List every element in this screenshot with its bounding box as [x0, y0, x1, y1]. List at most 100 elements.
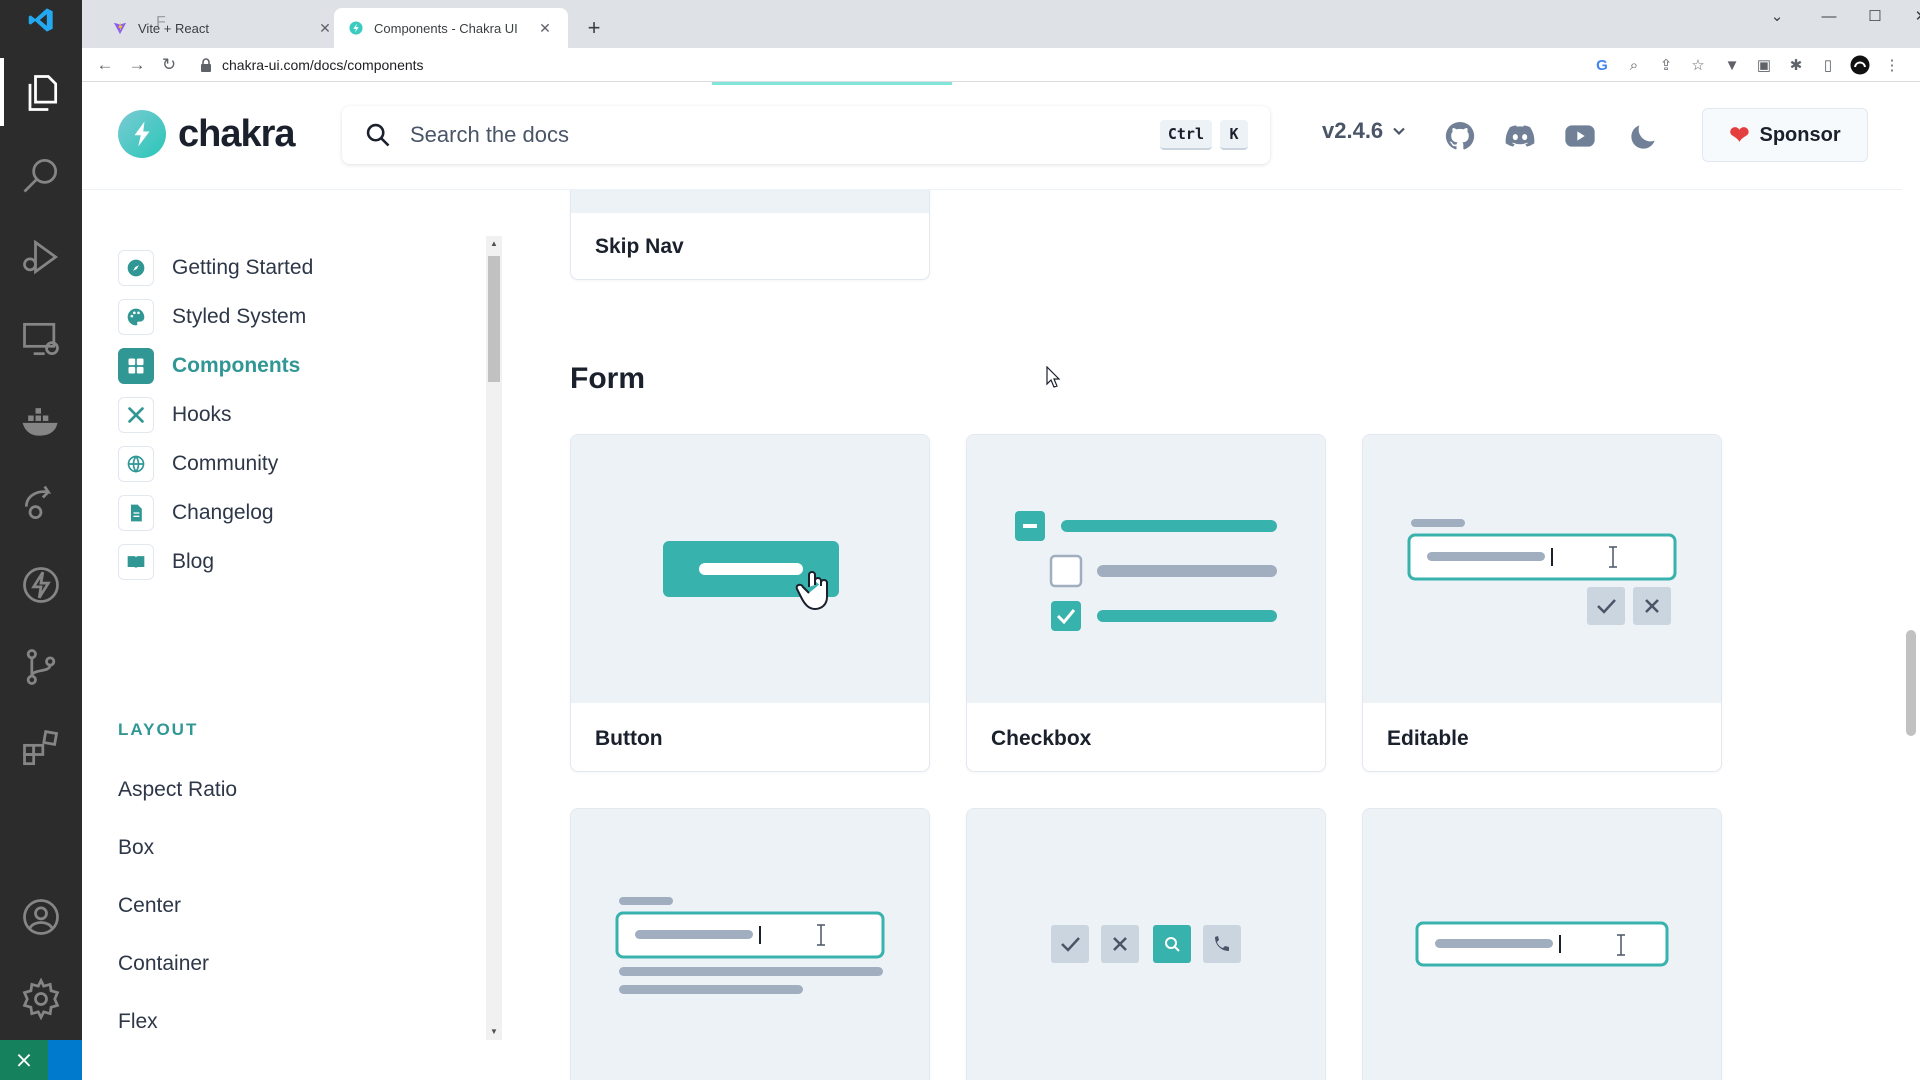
sidebar-item-getting-started[interactable]: Getting Started — [118, 250, 313, 286]
code-extension-icon[interactable]: ▣ — [1754, 55, 1774, 75]
sponsor-button[interactable]: ❤ Sponsor — [1702, 108, 1868, 162]
source-control-icon[interactable] — [0, 626, 82, 708]
bookmark-star-icon[interactable]: ☆ — [1688, 55, 1708, 75]
card-thumbnail — [967, 435, 1325, 703]
sidebar-section-heading: LAYOUT — [118, 720, 199, 739]
search-icon — [366, 123, 390, 147]
book-icon — [118, 544, 154, 580]
vscode-logo-icon — [0, 0, 82, 40]
moon-icon[interactable] — [1628, 120, 1660, 152]
docker-icon[interactable] — [0, 380, 82, 462]
component-card-button[interactable]: Button — [570, 434, 930, 772]
card-thumbnail — [1363, 435, 1721, 703]
profile-avatar-icon[interactable] — [1850, 55, 1870, 75]
remote-indicator-icon[interactable]: ⨯ — [0, 1040, 48, 1080]
mouse-pointer-icon — [1046, 366, 1061, 388]
sidebar-item-changelog[interactable]: Changelog — [118, 495, 274, 531]
card-label: Editable — [1387, 727, 1469, 750]
checkbox-illustration — [1015, 511, 1277, 631]
discord-icon[interactable] — [1504, 120, 1536, 152]
component-card-skip-nav[interactable]: Skip Nav — [570, 190, 930, 280]
address-bar[interactable]: chakra-ui.com/docs/components — [190, 51, 1700, 79]
back-arrow-icon[interactable]: ← — [92, 52, 118, 78]
page-scrollbar[interactable] — [1902, 82, 1920, 1080]
vscode-activity-bar: ⨯ — [0, 0, 82, 1080]
card-thumbnail — [571, 809, 929, 1080]
search-docs-input[interactable]: Search the docs Ctrl K — [342, 106, 1270, 164]
section-title: Form — [570, 362, 645, 395]
sidebar-item-container[interactable]: Container — [118, 952, 209, 976]
sidebar-item-aspect-ratio[interactable]: Aspect Ratio — [118, 778, 237, 802]
logo-text: chakra — [178, 112, 296, 155]
component-card-input[interactable] — [1362, 808, 1722, 1080]
palette-icon — [118, 299, 154, 335]
sidebar-item-box[interactable]: Box — [118, 836, 154, 860]
tab-components-chakra[interactable]: Components - Chakra UI ✕ — [334, 8, 568, 48]
sidebar-item-hooks[interactable]: Hooks — [118, 397, 232, 433]
chakra-logo[interactable]: chakra — [118, 110, 296, 158]
google-icon[interactable]: G — [1592, 55, 1612, 75]
vite-favicon-icon — [112, 20, 128, 36]
explorer-icon[interactable] — [0, 52, 82, 134]
grid-icon — [118, 348, 154, 384]
card-thumbnail — [571, 435, 929, 703]
youtube-icon[interactable] — [1564, 120, 1596, 152]
sidebar-item-flex[interactable]: Flex — [118, 1010, 158, 1034]
sidebar-item-components[interactable]: Components — [118, 348, 300, 384]
scroll-down-arrow-icon[interactable]: ▼ — [486, 1024, 502, 1040]
card-thumbnail — [1363, 809, 1721, 1080]
chevron-down-icon — [1393, 127, 1405, 136]
tab-vite-react[interactable]: Vite + React ✕ — [98, 8, 348, 48]
thunder-client-icon[interactable] — [0, 544, 82, 626]
share-icon[interactable]: ⇪ — [1656, 55, 1676, 75]
new-tab-button[interactable]: + — [578, 12, 610, 44]
settings-gear-icon[interactable] — [0, 958, 82, 1040]
status-bar-item[interactable] — [48, 1040, 82, 1080]
sidebar-item-label: Styled System — [172, 305, 307, 328]
tab-title: Components - Chakra UI — [374, 20, 518, 36]
browser-tab-bar: F Vite + React ✕ Components - Chakra UI … — [82, 0, 1920, 48]
browser-menu-icon[interactable]: ⋮ — [1882, 55, 1902, 75]
sidebar-item-community[interactable]: Community — [118, 446, 278, 482]
remote-explorer-icon[interactable] — [0, 298, 82, 380]
sidebar-item-blog[interactable]: Blog — [118, 544, 214, 580]
zoom-icon[interactable]: ⌕ — [1624, 55, 1644, 75]
sidebar-scrollbar-thumb[interactable] — [488, 256, 500, 382]
url-text: chakra-ui.com/docs/components — [222, 57, 424, 73]
side-panel-icon[interactable]: ▯ — [1818, 55, 1838, 75]
tab-search-icon[interactable]: ⌄ — [1754, 0, 1800, 32]
tab-title: Vite + React — [138, 20, 209, 36]
browser-toolbar: ← → ↻ chakra-ui.com/docs/components G ⌕ … — [82, 48, 1920, 82]
live-share-icon[interactable] — [0, 462, 82, 544]
docs-sidebar: Getting Started Styled System Components… — [82, 190, 502, 1080]
close-window-icon[interactable]: ✕ — [1898, 0, 1920, 32]
forward-arrow-icon[interactable]: → — [124, 52, 150, 78]
component-card-editable[interactable]: Editable — [1362, 434, 1722, 772]
maximize-icon[interactable]: ☐ — [1852, 0, 1898, 32]
minimize-icon[interactable]: — — [1806, 0, 1852, 32]
scroll-up-arrow-icon[interactable]: ▲ — [486, 236, 502, 252]
sidebar-item-styled-system[interactable]: Styled System — [118, 299, 306, 335]
sidebar-item-center[interactable]: Center — [118, 894, 181, 918]
extensions-icon[interactable] — [0, 708, 82, 790]
extensions-puzzle-icon[interactable]: ✱ — [1786, 55, 1806, 75]
accounts-icon[interactable] — [0, 876, 82, 958]
tab-close-icon[interactable]: ✕ — [316, 20, 334, 37]
tab-close-icon[interactable]: ✕ — [536, 20, 554, 37]
reload-icon[interactable]: ↻ — [156, 52, 182, 78]
card-label: Button — [595, 727, 663, 750]
page-scrollbar-thumb[interactable] — [1906, 630, 1916, 736]
version-select[interactable]: v2.4.6 — [1322, 118, 1409, 144]
component-card-form-control[interactable] — [570, 808, 930, 1080]
component-card-checkbox[interactable]: Checkbox — [966, 434, 1326, 772]
github-icon[interactable] — [1444, 120, 1476, 152]
run-debug-icon[interactable] — [0, 216, 82, 298]
search-icon[interactable] — [0, 134, 82, 216]
button-illustration — [663, 541, 839, 611]
component-card-icon-button[interactable] — [966, 808, 1326, 1080]
vue-devtools-icon[interactable]: ▼ — [1722, 55, 1742, 75]
chakra-logo-mark-icon — [118, 110, 166, 158]
site-header: chakra Search the docs Ctrl K v2.4.6 ❤ S… — [82, 82, 1902, 190]
input-illustration — [1415, 921, 1669, 967]
status-bar-left: ⨯ — [0, 1040, 82, 1080]
